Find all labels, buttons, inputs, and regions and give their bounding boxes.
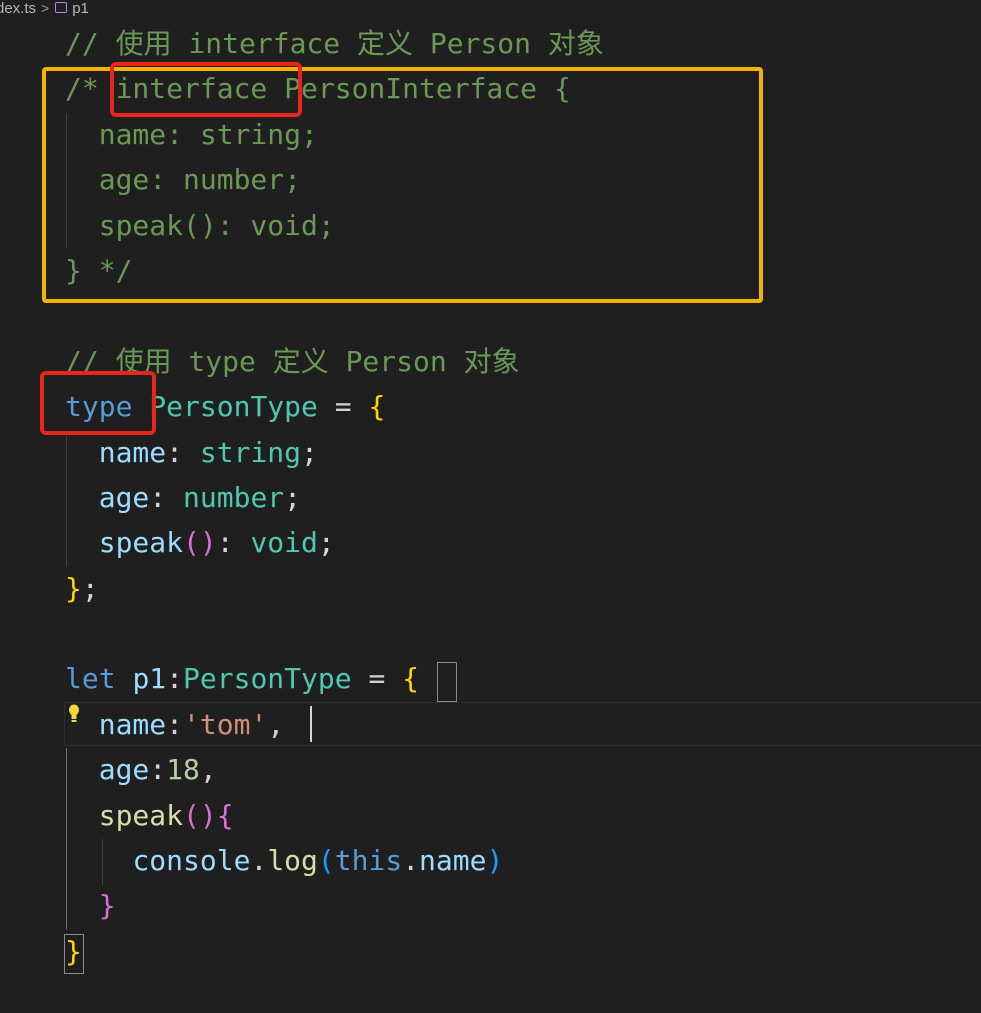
line-content[interactable]: age: number; — [65, 475, 301, 520]
symbol-variable-icon — [55, 1, 68, 13]
code-token-type: string — [199, 435, 302, 469]
code-token-brace2: { — [216, 798, 234, 832]
code-token-punct: , — [267, 707, 285, 741]
breadcrumb-file[interactable]: dex.ts — [0, 0, 36, 17]
breadcrumb-symbol[interactable]: p1 — [72, 0, 89, 17]
code-token-punct — [116, 662, 133, 695]
code-token-brace1: } — [65, 571, 82, 605]
line-content[interactable]: // 使用 interface 定义 Person 对象 — [65, 21, 604, 66]
code-token-brace2: } — [98, 889, 116, 923]
line-content[interactable]: }; — [65, 566, 99, 611]
code-token-prop: name — [98, 435, 167, 469]
code-token-keyword: let — [65, 662, 116, 696]
annotation-box-red-type — [40, 371, 156, 435]
code-token-func: speak — [98, 798, 184, 832]
line-content[interactable]: name: string; — [65, 430, 318, 475]
code-token-keyword: this — [334, 844, 403, 878]
code-token-prop: p1 — [132, 662, 167, 696]
code-token-punct — [65, 844, 132, 877]
code-token-brace3: ) — [486, 844, 504, 878]
line-content[interactable]: name:'tom', — [65, 702, 284, 747]
line-content[interactable]: speak(){ — [65, 793, 234, 838]
code-token-punct — [65, 799, 99, 832]
code-token-punct: ; — [317, 526, 335, 560]
line-content[interactable]: } — [65, 883, 116, 928]
code-token-type: PersonType — [149, 390, 318, 424]
code-token-type: PersonType — [183, 662, 352, 696]
code-token-brace3: ( — [317, 844, 335, 878]
code-token-brace1: { — [368, 390, 386, 424]
text-cursor — [310, 706, 312, 742]
code-token-punct: : — [166, 662, 184, 696]
line-content[interactable]: console.log(this.name) — [65, 838, 503, 883]
code-token-punct: = — [351, 662, 403, 696]
code-token-number: 18 — [166, 753, 200, 787]
code-token-punct — [65, 436, 99, 469]
code-token-prop: name — [98, 707, 167, 741]
code-token-comment: // 使用 interface 定义 Person 对象 — [65, 27, 604, 60]
bracket-match-open — [437, 662, 457, 702]
lightbulb-icon[interactable] — [68, 704, 80, 726]
code-token-brace1: { — [402, 662, 420, 696]
code-token-punct — [65, 481, 99, 514]
code-token-brace2: () — [183, 526, 217, 560]
code-token-punct: : — [149, 480, 184, 514]
code-token-punct — [65, 889, 99, 922]
code-token-prop: speak — [98, 526, 184, 560]
code-token-punct: . — [402, 844, 420, 878]
code-token-punct — [65, 753, 99, 786]
code-token-prop: age — [98, 753, 150, 787]
breadcrumb: dex.ts > p1 — [0, 0, 89, 17]
code-token-brace2: () — [183, 798, 217, 832]
code-editor[interactable]: dex.ts > p1 1// 使用 interface 定义 Person 对… — [0, 0, 981, 1013]
code-token-punct: ; — [81, 571, 99, 605]
code-token-punct — [65, 526, 99, 559]
code-token-func: log — [267, 844, 318, 878]
line-content[interactable]: } — [65, 929, 82, 974]
breadcrumb-separator: > — [41, 0, 50, 16]
line-content[interactable]: let p1:PersonType = { — [65, 656, 419, 701]
code-token-prop: name — [419, 844, 487, 878]
code-token-punct: : — [149, 753, 167, 787]
code-token-string: 'tom' — [183, 707, 268, 741]
line-content[interactable]: speak(): void; — [65, 520, 335, 565]
line-content[interactable]: age:18, — [65, 747, 217, 792]
code-token-brace1: } — [65, 934, 82, 968]
code-token-punct: = — [317, 390, 369, 424]
code-token-punct: : — [216, 526, 251, 560]
annotation-box-red-interface — [110, 62, 302, 117]
code-token-punct: ; — [301, 435, 318, 469]
code-token-punct: . — [250, 844, 268, 878]
code-token-punct: ; — [284, 480, 302, 514]
code-token-punct: : — [166, 435, 200, 469]
code-token-punct: : — [166, 707, 184, 741]
code-token-prop: console — [132, 844, 251, 878]
code-token-punct: , — [199, 753, 217, 787]
code-token-prop: age — [98, 480, 150, 514]
code-token-type: void — [250, 526, 318, 560]
code-token-type: number — [183, 480, 285, 514]
